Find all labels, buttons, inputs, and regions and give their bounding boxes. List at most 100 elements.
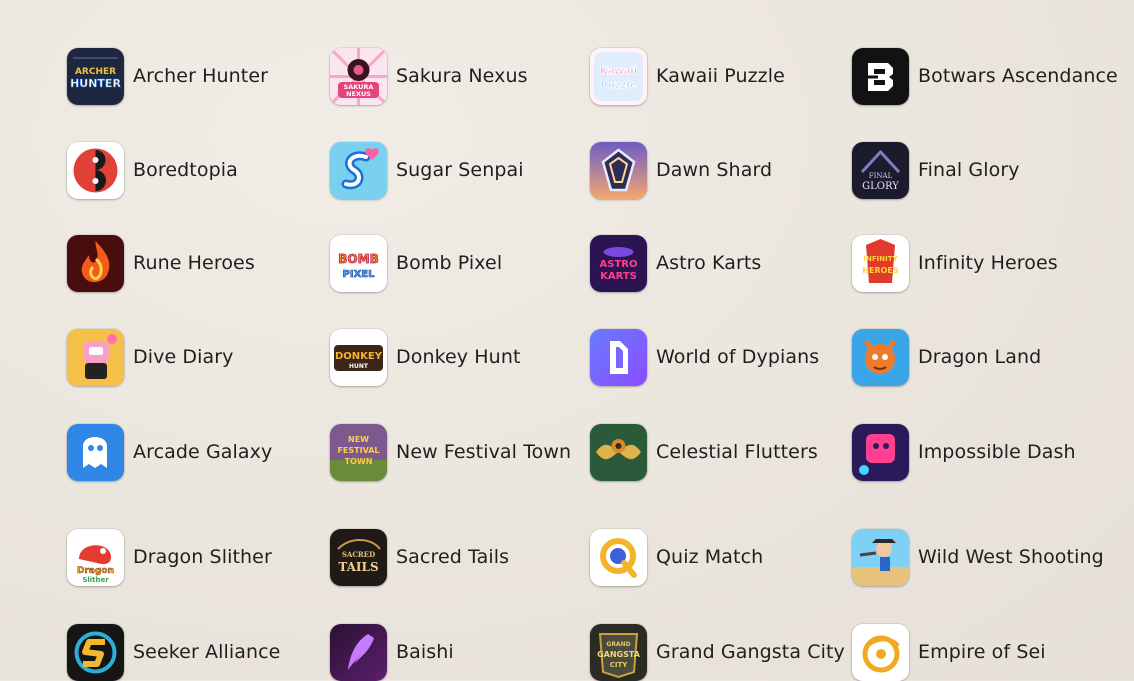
app-tile-sacred-tails[interactable]: SACRED TAILS Sacred Tails	[330, 529, 509, 586]
app-name-label: Dawn Shard	[656, 159, 773, 181]
app-tile-world-of-dypians[interactable]: World of Dypians	[590, 329, 819, 386]
app-tile-dive-diary[interactable]: Dive Diary	[67, 329, 234, 386]
app-name-label: Sugar Senpai	[396, 159, 524, 181]
app-name-label: Arcade Galaxy	[133, 441, 273, 463]
svg-text:ASTRO: ASTRO	[600, 259, 638, 270]
svg-text:HUNT: HUNT	[349, 363, 369, 370]
app-tile-kawaii-puzzle[interactable]: Kawaii Puzzle Kawaii Puzzle	[590, 48, 785, 105]
app-tile-dragon-slither[interactable]: Dragon Slither Dragon Slither	[67, 529, 272, 586]
app-tile-dragon-land[interactable]: Dragon Land	[852, 329, 1041, 386]
world-of-dypians-icon[interactable]	[590, 329, 647, 386]
app-name-label: Botwars Ascendance	[918, 65, 1118, 87]
svg-text:Dragon: Dragon	[77, 566, 114, 576]
app-name-label: Impossible Dash	[918, 441, 1076, 463]
app-name-label: Grand Gangsta City	[656, 641, 845, 663]
app-name-label: Boredtopia	[133, 159, 238, 181]
new-festival-town-icon[interactable]: NEW FESTIVAL TOWN	[330, 424, 387, 481]
rune-heroes-icon[interactable]	[67, 235, 124, 292]
app-tile-astro-karts[interactable]: ASTRO KARTS Astro Karts	[590, 235, 761, 292]
app-tile-archer-hunter[interactable]: ARCHER HUNTER Archer Hunter	[67, 48, 268, 105]
app-name-label: Final Glory	[918, 159, 1020, 181]
wild-west-shooting-icon[interactable]	[852, 529, 909, 586]
app-name-label: Celestial Flutters	[656, 441, 818, 463]
bomb-pixel-icon[interactable]: BOMB PIXEL	[330, 235, 387, 292]
app-tile-seeker-alliance[interactable]: Seeker Alliance	[67, 624, 280, 681]
kawaii-puzzle-icon[interactable]: Kawaii Puzzle	[590, 48, 647, 105]
svg-text:TAILS: TAILS	[338, 560, 378, 574]
svg-text:FESTIVAL: FESTIVAL	[337, 446, 379, 455]
app-name-label: Astro Karts	[656, 252, 762, 274]
donkey-hunt-icon[interactable]: DONKEY HUNT	[330, 329, 387, 386]
app-tile-infinity-heroes[interactable]: INFINITY HEROES Infinity Heroes	[852, 235, 1058, 292]
celestial-flutters-icon[interactable]	[590, 424, 647, 481]
svg-text:INFINITY: INFINITY	[863, 255, 898, 263]
app-tile-rune-heroes[interactable]: Rune Heroes	[67, 235, 255, 292]
svg-text:GANGSTA: GANGSTA	[597, 650, 641, 659]
app-tile-bomb-pixel[interactable]: BOMB PIXEL Bomb Pixel	[330, 235, 502, 292]
svg-text:ARCHER: ARCHER	[75, 67, 116, 77]
final-glory-icon[interactable]: FINAL GLORY	[852, 142, 909, 199]
svg-text:HEROES: HEROES	[862, 266, 899, 275]
app-name-label: Empire of Sei	[918, 641, 1046, 663]
sakura-nexus-icon[interactable]: SAKURA NEXUS	[330, 48, 387, 105]
app-name-label: Wild West Shooting	[918, 546, 1104, 568]
app-name-label: Bomb Pixel	[396, 252, 503, 274]
game-directory-grid: ARCHER HUNTER Archer Hunter SAKURA NEXUS Saku…	[0, 0, 1134, 681]
svg-text:FINAL: FINAL	[869, 172, 893, 180]
seeker-alliance-icon[interactable]	[67, 624, 124, 681]
svg-text:HUNTER: HUNTER	[70, 77, 121, 90]
app-tile-final-glory[interactable]: FINAL GLORY Final Glory	[852, 142, 1020, 199]
svg-text:GLORY: GLORY	[862, 181, 899, 192]
app-tile-quiz-match[interactable]: Quiz Match	[590, 529, 763, 586]
app-name-label: Dragon Slither	[133, 546, 272, 568]
app-name-label: New Festival Town	[396, 441, 572, 463]
svg-text:SACRED: SACRED	[342, 550, 375, 559]
app-name-label: Seeker Alliance	[133, 641, 281, 663]
app-name-label: Infinity Heroes	[918, 252, 1058, 274]
boredtopia-icon[interactable]	[67, 142, 124, 199]
app-name-label: Sakura Nexus	[396, 65, 528, 87]
quiz-match-icon[interactable]	[590, 529, 647, 586]
grand-gangsta-city-icon[interactable]: GRAND GANGSTA CITY	[590, 624, 647, 681]
svg-text:BOMB: BOMB	[338, 252, 378, 266]
app-tile-dawn-shard[interactable]: Dawn Shard	[590, 142, 772, 199]
svg-text:Puzzle: Puzzle	[600, 80, 637, 91]
app-tile-arcade-galaxy[interactable]: Arcade Galaxy	[67, 424, 272, 481]
archer-hunter-icon[interactable]: ARCHER HUNTER	[67, 48, 124, 105]
impossible-dash-icon[interactable]	[852, 424, 909, 481]
app-tile-new-festival-town[interactable]: NEW FESTIVAL TOWN New Festival Town	[330, 424, 571, 481]
svg-text:CITY: CITY	[610, 661, 629, 669]
app-name-label: Sacred Tails	[396, 546, 510, 568]
app-tile-baishi[interactable]: Baishi	[330, 624, 454, 681]
app-tile-sakura-nexus[interactable]: SAKURA NEXUS Sakura Nexus	[330, 48, 528, 105]
dragon-land-icon[interactable]	[852, 329, 909, 386]
app-tile-celestial-flutters[interactable]: Celestial Flutters	[590, 424, 818, 481]
app-name-label: Baishi	[396, 641, 454, 663]
botwars-icon[interactable]	[852, 48, 909, 105]
sugar-senpai-icon[interactable]	[330, 142, 387, 199]
astro-karts-icon[interactable]: ASTRO KARTS	[590, 235, 647, 292]
app-tile-botwars[interactable]: Botwars Ascendance	[852, 48, 1118, 105]
baishi-icon[interactable]	[330, 624, 387, 681]
app-tile-grand-gangsta-city[interactable]: GRAND GANGSTA CITY Grand Gangsta City	[590, 624, 845, 681]
app-tile-wild-west-shooting[interactable]: Wild West Shooting	[852, 529, 1104, 586]
svg-text:Kawaii: Kawaii	[600, 66, 637, 77]
dragon-slither-icon[interactable]: Dragon Slither	[67, 529, 124, 586]
app-name-label: Kawaii Puzzle	[656, 65, 785, 87]
app-name-label: World of Dypians	[656, 346, 820, 368]
app-tile-boredtopia[interactable]: Boredtopia	[67, 142, 238, 199]
app-tile-sugar-senpai[interactable]: Sugar Senpai	[330, 142, 524, 199]
app-tile-donkey-hunt[interactable]: DONKEY HUNT Donkey Hunt	[330, 329, 521, 386]
app-name-label: Dive Diary	[133, 346, 234, 368]
infinity-heroes-icon[interactable]: INFINITY HEROES	[852, 235, 909, 292]
svg-text:Slither: Slither	[82, 576, 109, 584]
app-tile-empire-of-sei[interactable]: Empire of Sei	[852, 624, 1046, 681]
svg-text:PIXEL: PIXEL	[343, 269, 376, 280]
arcade-galaxy-icon[interactable]	[67, 424, 124, 481]
app-tile-impossible-dash[interactable]: Impossible Dash	[852, 424, 1076, 481]
dive-diary-icon[interactable]	[67, 329, 124, 386]
sacred-tails-icon[interactable]: SACRED TAILS	[330, 529, 387, 586]
app-name-label: Quiz Match	[656, 546, 764, 568]
dawn-shard-icon[interactable]	[590, 142, 647, 199]
empire-of-sei-icon[interactable]	[852, 624, 909, 681]
